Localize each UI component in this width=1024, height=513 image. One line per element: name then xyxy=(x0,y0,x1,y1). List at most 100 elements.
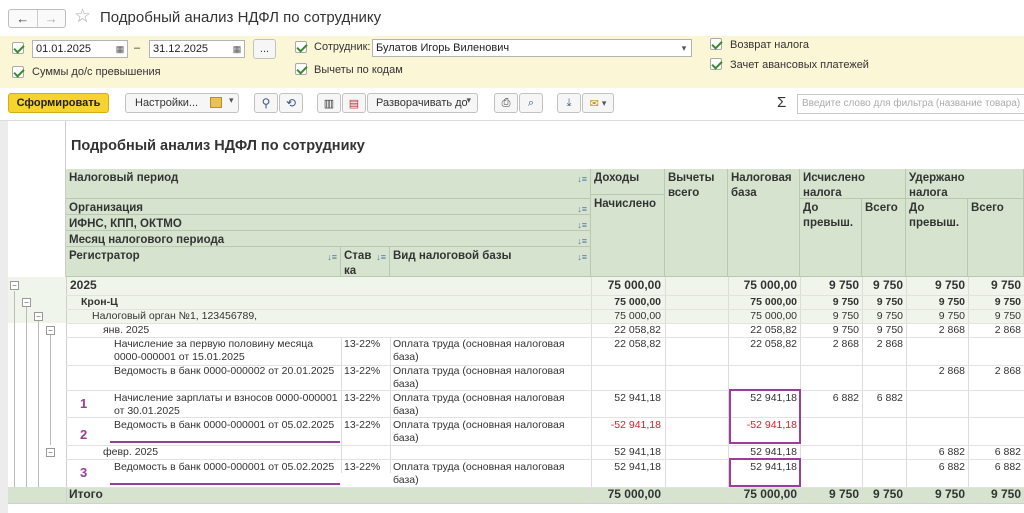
cell-rate: 13-22% xyxy=(344,461,381,473)
cell-calc-total: 2 868 xyxy=(876,338,903,350)
group-button[interactable]: ▥ xyxy=(317,93,341,113)
calendar-icon[interactable]: ▦ xyxy=(230,41,244,57)
cell-withheld-total: 9 750 xyxy=(994,310,1021,322)
period-select-button[interactable]: ... xyxy=(253,39,276,59)
cell-withheld-before: 6 882 xyxy=(938,446,965,458)
date-dash: – xyxy=(134,42,141,54)
chevron-down-icon[interactable]: ▾ xyxy=(677,40,691,56)
cell-income: 52 941,18 xyxy=(614,392,661,404)
marker-2: 2 xyxy=(80,427,88,442)
cell-withheld-before: 9 750 xyxy=(934,279,965,292)
marker-1: 1 xyxy=(80,396,88,411)
settings-panel: 01.01.2025 ▦ – 31.12.2025 ▦ ... Суммы до/с… xyxy=(0,36,1024,88)
cell-withheld-total: 9 750 xyxy=(990,279,1021,292)
cell-withheld-before: 9 750 xyxy=(938,310,965,322)
total-calc-total: 9 750 xyxy=(872,488,903,501)
marker-3: 3 xyxy=(80,465,88,480)
header-tax-period[interactable]: Налоговый период ↓≡ xyxy=(66,169,591,199)
cell-calc-before: 9 750 xyxy=(832,324,859,336)
title-bar: ← → ☆ Подробный анализ НДФЛ по сотрудник… xyxy=(0,0,1024,36)
annotation-underline xyxy=(110,483,340,485)
header-ifns[interactable]: ИФНС, КПП, ОКТМО ↓≡ xyxy=(66,215,591,231)
report-title: Подробный анализ НДФЛ по сотруднику xyxy=(71,138,365,154)
tax-refund-checkbox[interactable] xyxy=(710,38,722,50)
date-from-input[interactable]: 01.01.2025 ▦ xyxy=(32,40,128,58)
table-row[interactable]: Начисление за первую половину месяца 000… xyxy=(114,338,339,364)
deductions-by-codes-label: Вычеты по кодам xyxy=(314,64,403,76)
save-button[interactable]: ⤓ xyxy=(557,93,581,113)
cell-withheld-before: 2 868 xyxy=(938,365,965,377)
header-withheld: Удержано налога xyxy=(906,169,1024,199)
deductions-by-codes-checkbox[interactable] xyxy=(295,63,307,75)
collapse-toggle[interactable]: − xyxy=(22,298,31,307)
sum-before-exceed-checkbox[interactable] xyxy=(12,66,24,78)
employee-checkbox[interactable] xyxy=(295,41,307,53)
favorite-star-icon[interactable]: ☆ xyxy=(74,7,91,27)
table-row[interactable]: Ведомость в банк 0000-000001 от 05.02.20… xyxy=(114,419,339,432)
advance-offset-label: Зачет авансовых платежей xyxy=(730,59,869,71)
send-button[interactable]: ✉ ▾ xyxy=(582,93,614,113)
table-row[interactable]: Начисление зарплаты и взносов 0000-00000… xyxy=(114,392,339,418)
table-row[interactable]: Ведомость в банк 0000-000002 от 20.01.20… xyxy=(114,365,339,378)
table-row[interactable]: Ведомость в банк 0000-000001 от 05.02.20… xyxy=(114,461,339,474)
cell-rate: 13-22% xyxy=(344,419,381,431)
collapse-toggle[interactable]: − xyxy=(46,448,55,457)
collapse-toggle[interactable]: − xyxy=(34,312,43,321)
back-arrow-icon[interactable]: ← xyxy=(9,10,37,27)
cell-income: 75 000,00 xyxy=(607,279,661,292)
cell-rate: 13-22% xyxy=(344,365,381,377)
forward-arrow-icon[interactable]: → xyxy=(36,10,66,27)
cell-calc-total: 9 750 xyxy=(876,324,903,336)
row-label: Налоговый орган №1, 123456789, xyxy=(92,310,258,322)
annotation-underline xyxy=(110,441,340,443)
header-calc-total: Всего xyxy=(862,199,906,277)
header-organization[interactable]: Организация ↓≡ xyxy=(66,199,591,215)
search-reset-button[interactable]: ⟲ xyxy=(279,93,303,113)
cell-calc-before: 2 868 xyxy=(832,338,859,350)
collapse-toggle[interactable]: − xyxy=(46,326,55,335)
cell-calc-total: 9 750 xyxy=(876,296,903,308)
header-tax-base: Налоговая база xyxy=(728,169,800,277)
cell-withheld-total: 2 868 xyxy=(994,324,1021,336)
expand-to-button[interactable]: Разворачивать до ▾ xyxy=(367,93,478,113)
header-base-kind[interactable]: Вид налоговой базы ↓≡ xyxy=(390,247,591,277)
sigma-icon[interactable]: Σ xyxy=(777,94,786,111)
row-label: Крон-Ц xyxy=(81,296,118,308)
search-reset-icon: ⟲ xyxy=(285,96,297,110)
settings-label: Настройки... xyxy=(135,97,199,109)
cell-base: 75 000,00 xyxy=(743,279,797,292)
header-deductions: Вычеты всего xyxy=(665,169,728,277)
print-button[interactable]: ⎙ xyxy=(494,93,518,113)
cell-withheld-total: 6 882 xyxy=(994,446,1021,458)
period-checkbox[interactable] xyxy=(12,42,24,54)
row-label: 2025 xyxy=(70,279,97,292)
cell-calc-total: 6 882 xyxy=(876,392,903,404)
cell-withheld-before: 6 882 xyxy=(938,461,965,473)
report-left-margin xyxy=(0,121,8,513)
total-withheld-before: 9 750 xyxy=(934,488,965,501)
search-button[interactable]: ⚲ xyxy=(254,93,278,113)
cell-withheld-total: 2 868 xyxy=(994,365,1021,377)
settings-button[interactable]: Настройки... ▾ xyxy=(125,93,239,113)
cell-base-kind: Оплата труда (основная налоговая база) xyxy=(393,365,565,390)
header-month[interactable]: Месяц налогового периода ↓≡ xyxy=(66,231,591,247)
cell-base: 75 000,00 xyxy=(750,296,797,308)
preview-button[interactable]: ⌕ xyxy=(519,93,543,113)
calendar-icon[interactable]: ▦ xyxy=(113,41,127,57)
header-registrar[interactable]: Регистратор ↓≡ xyxy=(66,247,341,277)
envelope-icon: ✉ xyxy=(589,97,599,110)
header-rate[interactable]: Ставка ↓≡ xyxy=(341,247,390,277)
highlight-box xyxy=(729,458,801,487)
date-to-input[interactable]: 31.12.2025 ▦ xyxy=(149,40,245,58)
cell-income: 22 058,82 xyxy=(614,324,661,336)
collapse-toggle[interactable]: − xyxy=(10,281,19,290)
generate-button[interactable]: Сформировать xyxy=(8,93,109,113)
employee-select[interactable]: Булатов Игорь Виленович ▾ xyxy=(372,39,692,57)
cell-income: 22 058,82 xyxy=(614,338,661,350)
cell-calc-before: 9 750 xyxy=(832,310,859,322)
advance-offset-checkbox[interactable] xyxy=(710,58,722,70)
expand-to-label: Разворачивать до xyxy=(376,97,468,109)
filter-input[interactable]: Введите слово для фильтра (название това… xyxy=(797,94,1024,114)
header-income: Доходы xyxy=(591,169,665,195)
group-detail-button[interactable]: ▤ xyxy=(342,93,366,113)
